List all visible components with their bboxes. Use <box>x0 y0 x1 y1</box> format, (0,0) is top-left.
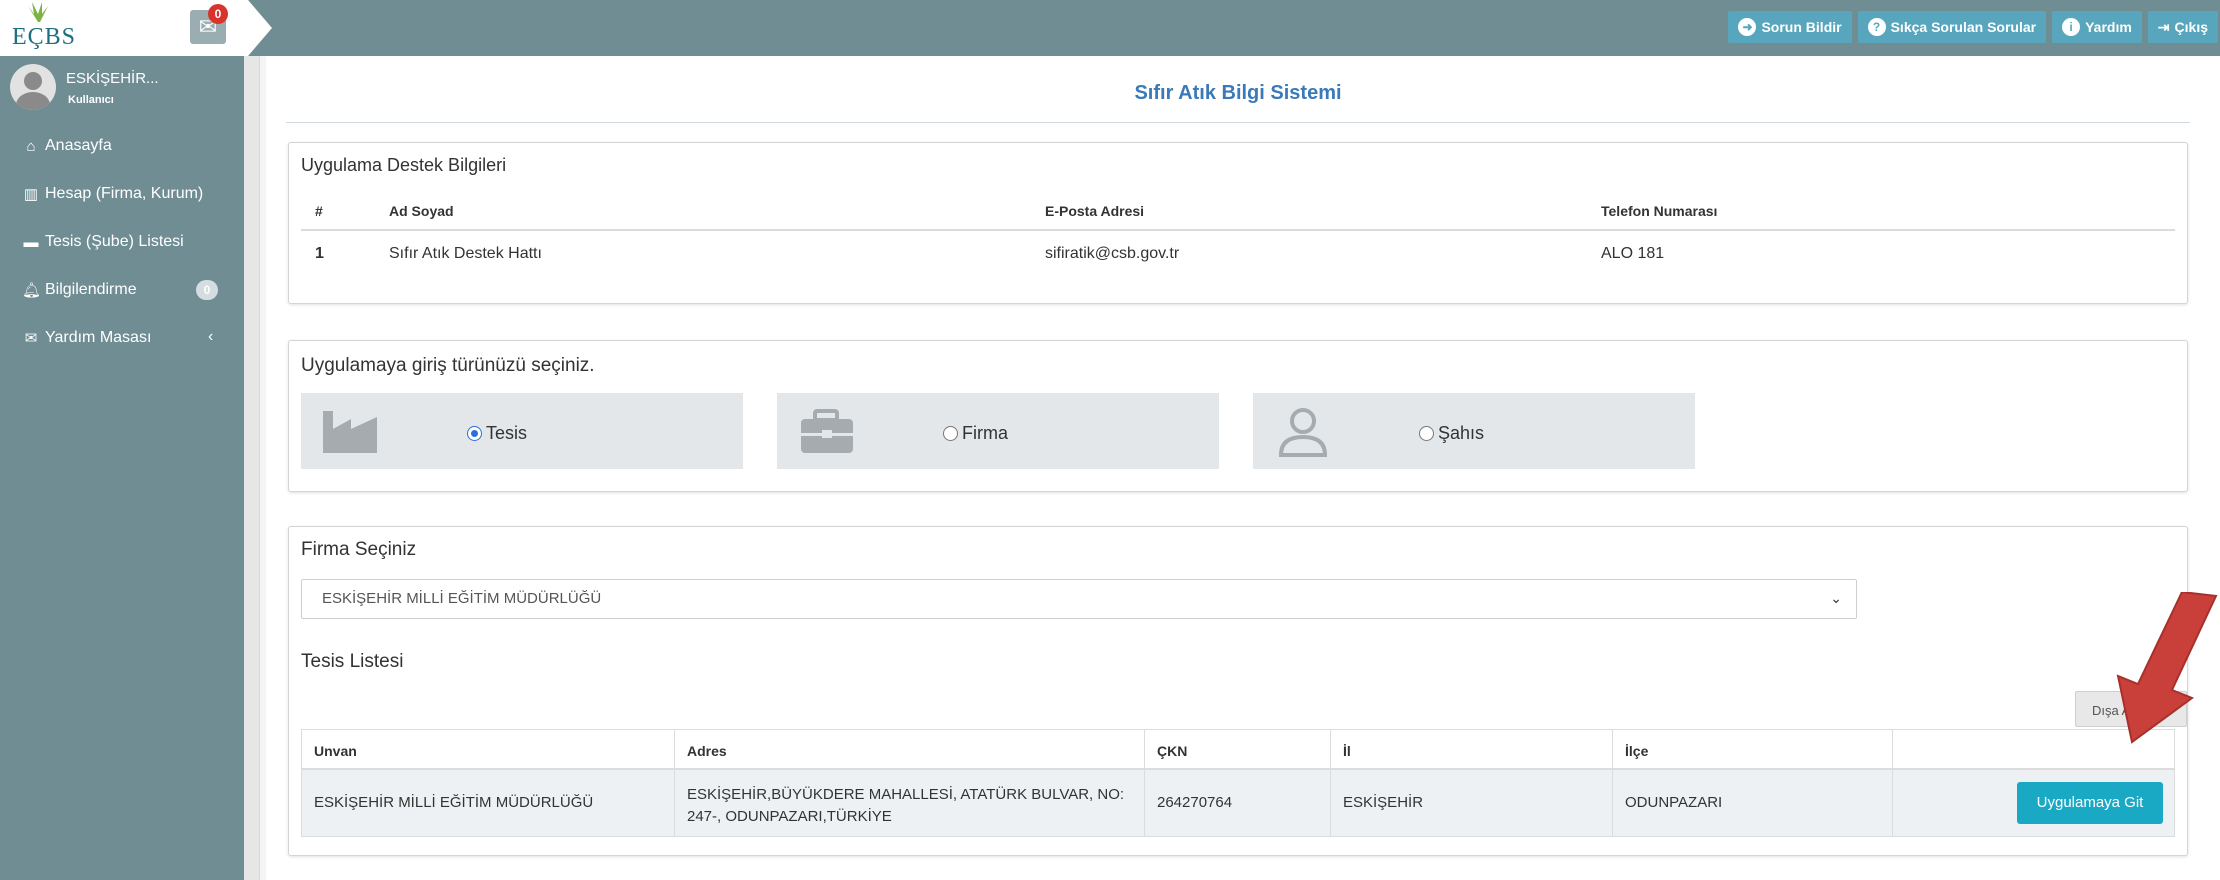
leaf-logo-icon <box>28 2 48 22</box>
col-unvan: Unvan <box>314 743 357 759</box>
sidebar-scrollbar[interactable] <box>244 56 260 880</box>
logout-button[interactable]: ⇥ Çıkış <box>2147 11 2218 43</box>
sign-out-icon: ⇥ <box>2157 18 2170 35</box>
question-icon: ? <box>1867 18 1886 36</box>
report-issue-button[interactable]: ➜ Sorun Bildir <box>1728 11 1852 43</box>
col-email: E-Posta Adresi <box>1045 203 1145 219</box>
cell-ckn: 264270764 <box>1144 770 1330 836</box>
firm-title: Firma Seçiniz <box>301 539 417 560</box>
option-firma[interactable]: Firma <box>777 393 1219 469</box>
support-card: Uygulama Destek Bilgileri # Ad Soyad E-P… <box>288 142 2188 304</box>
login-type-title: Uygulamaya giriş türünüzü seçiniz. <box>301 355 595 376</box>
radio-icon <box>1419 426 1434 441</box>
option-sahis[interactable]: Şahıs <box>1253 393 1695 469</box>
sidebar-item-notifications[interactable]: 🔔︎ Bilgilendirme 0 <box>0 266 244 314</box>
firm-select[interactable]: ESKİŞEHİR MİLLİ EĞİTİM MÜDÜRLÜĞÜ ⌄ <box>301 579 1857 619</box>
col-name: Ad Soyad <box>389 203 454 219</box>
col-ckn: ÇKN <box>1144 730 1330 768</box>
user-icon <box>1278 408 1328 457</box>
sidebar-item-home[interactable]: ⌂ Anasayfa <box>0 122 244 170</box>
logo-text: EÇBS <box>12 24 77 50</box>
chevron-left-icon: ‹ <box>208 328 214 345</box>
col-ilce: İlçe <box>1612 730 1892 768</box>
col-number: # <box>315 203 323 219</box>
support-table: # Ad Soyad E-Posta Adresi Telefon Numara… <box>301 191 2175 271</box>
store-icon: ▬ <box>23 233 39 251</box>
support-title: Uygulama Destek Bilgileri <box>301 155 507 175</box>
row-phone: ALO 181 <box>1601 245 1665 262</box>
chevron-down-icon: ⌄ <box>1830 590 1842 606</box>
main-content: Sıfır Atık Bilgi Sistemi Uygulama Destek… <box>266 56 2220 880</box>
cell-adres: ESKİŞEHİR,BÜYÜKDERE MAHALLESİ, ATATÜRK B… <box>674 770 1144 836</box>
table-header: Unvan Adres ÇKN İl İlçe <box>302 730 2174 770</box>
mail-badge: 0 <box>208 4 228 24</box>
user-name: ESKİŞEHİR... <box>66 70 159 87</box>
title-divider <box>286 122 2190 123</box>
login-type-card: Uygulamaya giriş türünüzü seçiniz. Tesis… <box>288 340 2188 492</box>
notification-badge: 0 <box>196 280 218 300</box>
table-header: # Ad Soyad E-Posta Adresi Telefon Numara… <box>301 191 2175 231</box>
row-email: sifiratik@csb.gov.tr <box>1045 245 1180 262</box>
info-icon: i <box>2062 18 2081 36</box>
radio-tesis[interactable]: Tesis <box>467 423 527 444</box>
top-actions: ➜ Sorun Bildir ? Sıkça Sorulan Sorular i Ya… <box>1728 11 2218 43</box>
building-icon: ▥ <box>23 186 39 203</box>
faq-button[interactable]: ? Sıkça Sorulan Sorular <box>1857 11 2047 43</box>
page-title: Sıfır Atık Bilgi Sistemi <box>1134 82 1342 104</box>
firm-card: Firma Seçiniz ESKİŞEHİR MİLLİ EĞİTİM MÜD… <box>288 526 2188 856</box>
sidebar-nav: ⌂ Anasayfa ▥ Hesap (Firma, Kurum) ▬ Tesis (… <box>0 122 244 362</box>
briefcase-icon <box>801 409 853 453</box>
row-name: Sıfır Atık Destek Hattı <box>389 245 542 262</box>
col-il: İl <box>1330 730 1612 768</box>
row-number: 1 <box>315 245 324 262</box>
sidebar-item-account[interactable]: ▥ Hesap (Firma, Kurum) <box>0 170 244 218</box>
facility-list-title: Tesis Listesi <box>301 651 404 672</box>
factory-icon <box>323 411 377 453</box>
col-phone: Telefon Numarası <box>1601 203 1718 219</box>
radio-firma[interactable]: Firma <box>943 423 1008 444</box>
cell-il: ESKİŞEHİR <box>1330 770 1612 836</box>
sidebar-item-facilities[interactable]: ▬ Tesis (Şube) Listesi <box>0 218 244 266</box>
radio-icon <box>943 426 958 441</box>
bell-icon: 🔔︎ <box>22 282 42 299</box>
table-row: ESKİŞEHİR MİLLİ EĞİTİM MÜDÜRLÜĞÜ ESKİŞEH… <box>302 770 2174 836</box>
user-role: Kullanıcı <box>68 94 114 106</box>
radio-selected-icon <box>467 426 482 441</box>
cell-ilce: ODUNPAZARI <box>1612 770 1892 836</box>
home-icon: ⌂ <box>26 137 36 155</box>
arrow-circle-icon: ➜ <box>1738 18 1757 36</box>
option-tesis[interactable]: Tesis <box>301 393 743 469</box>
cell-action: Uygulamaya Git <box>1892 770 2174 836</box>
radio-sahis[interactable]: Şahıs <box>1419 423 1484 444</box>
sidebar: ESKİŞEHİR... Kullanıcı ⌂ Anasayfa ▥ Hesap … <box>0 56 244 880</box>
go-to-app-button[interactable]: Uygulamaya Git <box>2017 782 2163 824</box>
avatar <box>10 64 56 110</box>
facility-table: Unvan Adres ÇKN İl İlçe ESKİŞEHİR MİLLİ … <box>301 729 2175 837</box>
envelope-icon: ✉ <box>24 330 38 347</box>
table-row: 1 Sıfır Atık Destek Hattı sifiratik@csb.… <box>301 231 2175 271</box>
cell-unvan: ESKİŞEHİR MİLLİ EĞİTİM MÜDÜRLÜĞÜ <box>314 794 594 811</box>
sidebar-item-helpdesk[interactable]: ✉ Yardım Masası ‹ <box>0 314 244 362</box>
help-button[interactable]: i Yardım <box>2052 11 2142 43</box>
annotation-arrow-icon <box>2116 592 2218 744</box>
col-adres: Adres <box>674 730 1144 768</box>
